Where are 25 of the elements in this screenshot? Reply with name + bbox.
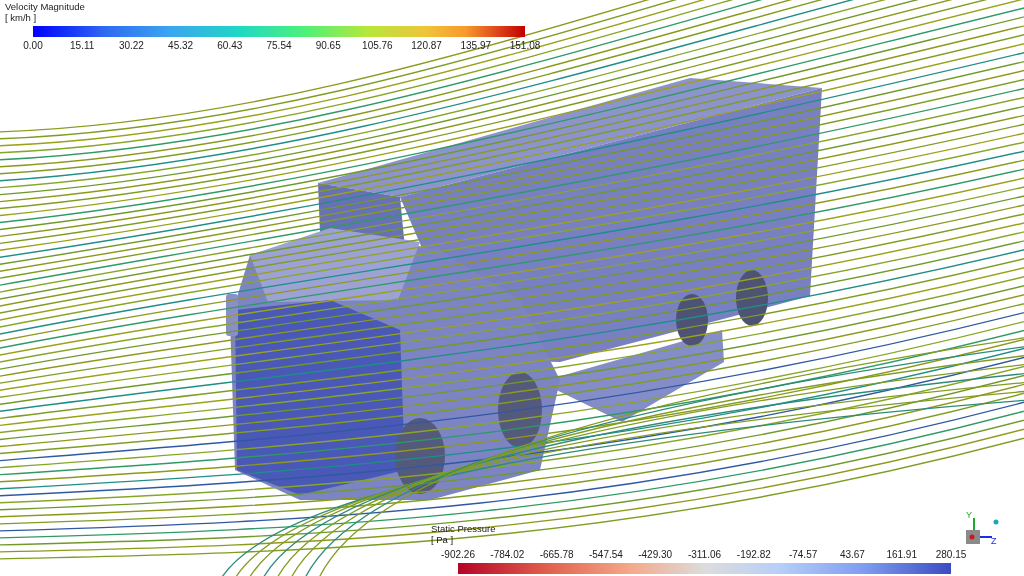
axis-label: Z — [991, 536, 997, 546]
scale-tick-label: 161.91 — [886, 548, 917, 561]
scale-tick-label: 120.87 — [411, 39, 442, 52]
scale-tick-label: 280.15 — [935, 548, 967, 561]
legend-title: Velocity Magnitude — [5, 1, 85, 12]
scale-tick-label: -784.02 — [490, 548, 525, 561]
scale-tick-label: -311.06 — [687, 548, 722, 561]
scale-tick-label: 90.65 — [315, 39, 341, 52]
scale-tick-label: 75.54 — [266, 39, 292, 52]
scale-tick-label: 135.97 — [460, 39, 492, 52]
scale-tick-label: 60.43 — [217, 39, 243, 52]
scale-tick-label: -74.57 — [788, 548, 818, 561]
scale-tick-label: 30.22 — [118, 39, 144, 52]
scale-tick-label: 43.67 — [839, 548, 865, 561]
scale-tick-label: -429.30 — [638, 548, 673, 561]
scale-tick-label: -192.82 — [736, 548, 771, 561]
scale-tick-label: -547.54 — [588, 548, 623, 561]
scale-tick-label: 105.76 — [362, 39, 393, 52]
scale-tick-label: 45.32 — [168, 39, 194, 52]
axis-label: Y — [966, 510, 972, 520]
scale-tick-label: 0.00 — [23, 39, 43, 52]
scale-tick-label: -902.26 — [441, 548, 475, 561]
legend-unit: [ km/h ] — [5, 12, 37, 23]
scale-tick-label: 15.11 — [70, 39, 95, 52]
scale-tick-label: -665.78 — [539, 548, 574, 561]
